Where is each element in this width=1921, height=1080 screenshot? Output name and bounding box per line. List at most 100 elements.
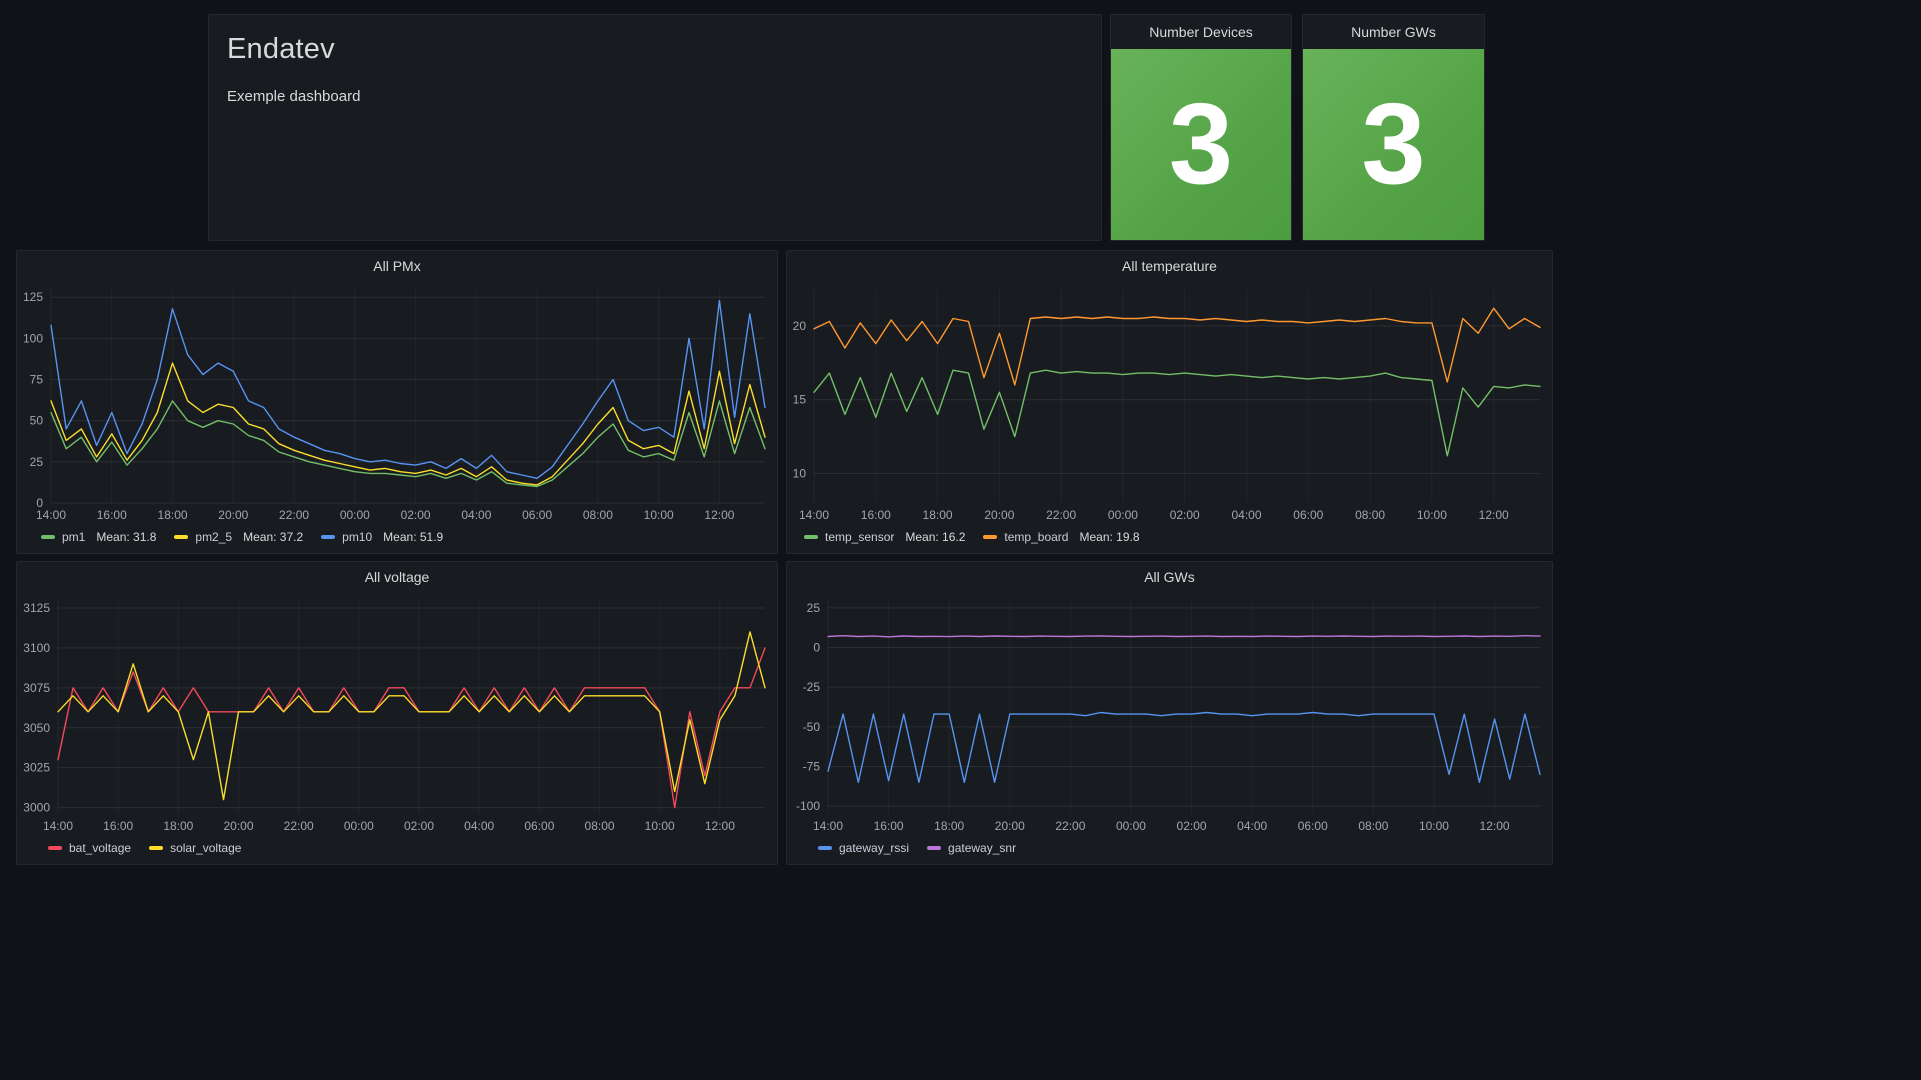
svg-text:16:00: 16:00	[97, 508, 127, 522]
legend-item-pm10[interactable]: pm10 Mean: 51.9	[321, 530, 443, 544]
svg-text:06:00: 06:00	[1298, 819, 1328, 833]
svg-text:0: 0	[36, 496, 43, 510]
panel-all-pmx: All PMx 14:0016:0018:0020:0022:0000:0002…	[16, 250, 778, 554]
svg-text:04:00: 04:00	[464, 819, 494, 833]
svg-text:25: 25	[30, 455, 44, 469]
dashboard: Endatev Exemple dashboard Number Devices…	[0, 0, 1921, 1080]
svg-text:14:00: 14:00	[799, 508, 829, 522]
svg-text:-75: -75	[803, 759, 821, 773]
panel-title[interactable]: All voltage	[17, 562, 777, 592]
stat-panel-title[interactable]: Number GWs	[1303, 15, 1484, 49]
svg-text:18:00: 18:00	[163, 819, 193, 833]
series-name: pm1	[62, 530, 85, 544]
series-mean: Mean: 19.8	[1079, 530, 1139, 544]
svg-text:15: 15	[793, 393, 807, 407]
svg-text:3000: 3000	[23, 801, 50, 815]
svg-text:22:00: 22:00	[284, 819, 314, 833]
series-color-swatch	[48, 846, 62, 850]
chart-svg[interactable]: 14:0016:0018:0020:0022:0000:0002:0004:00…	[17, 281, 777, 525]
svg-text:04:00: 04:00	[1231, 508, 1261, 522]
series-name: gateway_rssi	[839, 841, 909, 855]
svg-text:06:00: 06:00	[1293, 508, 1323, 522]
svg-text:08:00: 08:00	[1358, 819, 1388, 833]
svg-text:04:00: 04:00	[1237, 819, 1267, 833]
svg-text:25: 25	[807, 601, 821, 615]
svg-text:-50: -50	[803, 720, 821, 734]
series-color-swatch	[149, 846, 163, 850]
series-name: temp_sensor	[825, 530, 894, 544]
svg-text:08:00: 08:00	[583, 508, 613, 522]
series-name: pm10	[342, 530, 372, 544]
svg-text:3100: 3100	[23, 641, 50, 655]
legend-item-temp_sensor[interactable]: temp_sensor Mean: 16.2	[804, 530, 965, 544]
series-mean: Mean: 31.8	[96, 530, 156, 544]
svg-text:20:00: 20:00	[223, 819, 253, 833]
svg-text:16:00: 16:00	[861, 508, 891, 522]
svg-text:18:00: 18:00	[923, 508, 953, 522]
stat-value-background: 3	[1111, 49, 1291, 240]
series-name: temp_board	[1004, 530, 1068, 544]
series-name: pm2_5	[195, 530, 232, 544]
svg-text:12:00: 12:00	[1480, 819, 1510, 833]
legend-item-pm1[interactable]: pm1 Mean: 31.8	[41, 530, 156, 544]
panel-all-temperature: All temperature 14:0016:0018:0020:0022:0…	[786, 250, 1553, 554]
svg-text:12:00: 12:00	[704, 508, 734, 522]
legend-item-pm2_5[interactable]: pm2_5Mean: 37.2	[174, 530, 303, 544]
legend-item-temp_board[interactable]: temp_board Mean: 19.8	[983, 530, 1139, 544]
series-color-swatch	[818, 846, 832, 850]
svg-text:02:00: 02:00	[1170, 508, 1200, 522]
series-name: gateway_snr	[948, 841, 1016, 855]
panel-title[interactable]: All PMx	[17, 251, 777, 281]
legend-item-bat_voltage[interactable]: bat_voltage	[48, 841, 131, 855]
svg-text:18:00: 18:00	[934, 819, 964, 833]
dashboard-title: Endatev	[227, 33, 1083, 66]
series-color-swatch	[804, 535, 818, 539]
svg-text:02:00: 02:00	[1177, 819, 1207, 833]
series-mean: Mean: 16.2	[905, 530, 965, 544]
svg-text:14:00: 14:00	[813, 819, 843, 833]
panel-title[interactable]: All temperature	[787, 251, 1552, 281]
legend-item-solar_voltage[interactable]: solar_voltage	[149, 841, 241, 855]
svg-text:3075: 3075	[23, 681, 50, 695]
series-color-swatch	[41, 535, 55, 539]
svg-text:10:00: 10:00	[1419, 819, 1449, 833]
chart-svg[interactable]: 14:0016:0018:0020:0022:0000:0002:0004:00…	[17, 592, 777, 836]
chart-legend: temp_sensor Mean: 16.2 temp_board Mean: 19.…	[787, 525, 1552, 553]
panel-text: Endatev Exemple dashboard	[208, 14, 1102, 241]
series-name: bat_voltage	[69, 841, 131, 855]
svg-text:00:00: 00:00	[1116, 819, 1146, 833]
svg-text:12:00: 12:00	[705, 819, 735, 833]
chart-legend: bat_voltage solar_voltage	[17, 836, 777, 864]
stat-value: 3	[1362, 87, 1426, 202]
legend-item-gateway_snr[interactable]: gateway_snr	[927, 841, 1016, 855]
svg-text:12:00: 12:00	[1479, 508, 1509, 522]
svg-text:02:00: 02:00	[404, 819, 434, 833]
stat-panel-title[interactable]: Number Devices	[1111, 15, 1291, 49]
series-mean: Mean: 51.9	[383, 530, 443, 544]
svg-text:16:00: 16:00	[103, 819, 133, 833]
svg-text:-25: -25	[803, 680, 821, 694]
svg-text:3125: 3125	[23, 601, 50, 615]
svg-text:16:00: 16:00	[874, 819, 904, 833]
chart-plot-voltage[interactable]: 14:0016:0018:0020:0022:0000:0002:0004:00…	[17, 592, 777, 836]
svg-text:20:00: 20:00	[218, 508, 248, 522]
chart-legend: gateway_rssi gateway_snr	[787, 836, 1552, 864]
svg-text:3025: 3025	[23, 761, 50, 775]
svg-text:10:00: 10:00	[645, 819, 675, 833]
svg-text:10: 10	[793, 466, 807, 480]
series-color-swatch	[927, 846, 941, 850]
svg-text:50: 50	[30, 414, 44, 428]
chart-plot-gws[interactable]: 14:0016:0018:0020:0022:0000:0002:0004:00…	[787, 592, 1552, 836]
chart-plot-temperature[interactable]: 14:0016:0018:0020:0022:0000:0002:0004:00…	[787, 281, 1552, 525]
svg-text:02:00: 02:00	[401, 508, 431, 522]
svg-text:14:00: 14:00	[36, 508, 66, 522]
chart-svg[interactable]: 14:0016:0018:0020:0022:0000:0002:0004:00…	[787, 281, 1552, 525]
stat-value-background: 3	[1303, 49, 1484, 240]
chart-plot-pmx[interactable]: 14:0016:0018:0020:0022:0000:0002:0004:00…	[17, 281, 777, 525]
panel-title[interactable]: All GWs	[787, 562, 1552, 592]
svg-text:10:00: 10:00	[644, 508, 674, 522]
legend-item-gateway_rssi[interactable]: gateway_rssi	[818, 841, 909, 855]
series-color-swatch	[983, 535, 997, 539]
panel-all-voltage: All voltage 14:0016:0018:0020:0022:0000:…	[16, 561, 778, 865]
chart-svg[interactable]: 14:0016:0018:0020:0022:0000:0002:0004:00…	[787, 592, 1552, 836]
